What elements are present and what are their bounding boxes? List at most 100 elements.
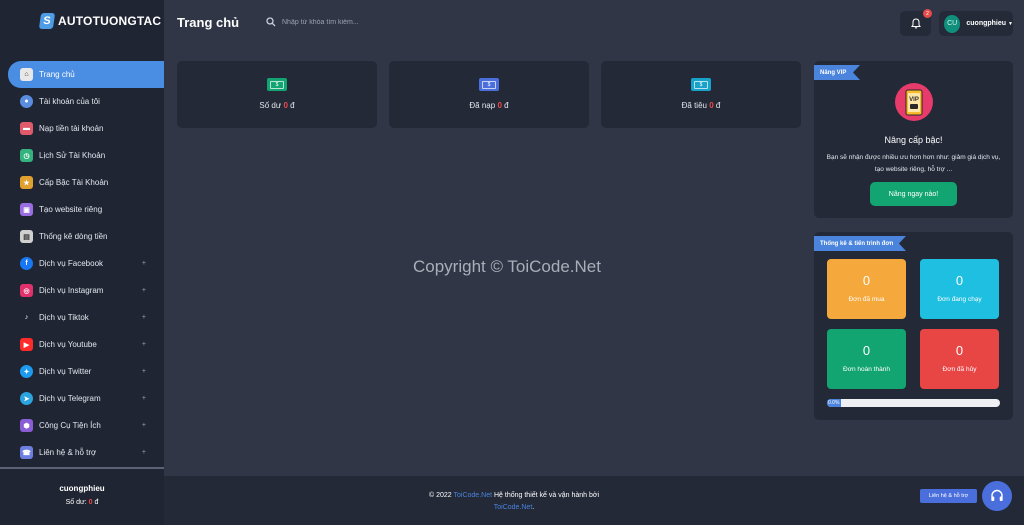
search-icon [266, 17, 276, 27]
order-stat-label: Đơn đã hủy [942, 366, 977, 373]
sidebar-item[interactable]: ▶ Dịch vụ Youtube + [8, 331, 164, 358]
order-stat-tile: 0 Đơn hoàn thành [827, 329, 906, 389]
stat-unit: đ [715, 101, 721, 110]
expand-icon: + [141, 260, 146, 267]
money-icon: $ [691, 78, 711, 91]
sidebar-divider [0, 467, 164, 469]
instagram-icon: ◎ [20, 284, 33, 297]
sidebar-item[interactable]: ▬ Nạp tiền tài khoản [8, 115, 164, 142]
youtube-icon: ▶ [20, 338, 33, 351]
sidebar-item[interactable]: ⬢ Công Cụ Tiện Ích + [8, 412, 164, 439]
footer-brand-link[interactable]: ToiCode.Net [454, 492, 493, 499]
sidebar-balance-value: 0 [88, 499, 93, 506]
support-chat-button[interactable] [982, 481, 1012, 511]
bell-icon [910, 18, 921, 29]
sidebar-item-label: Cấp Bậc Tài Khoản [39, 178, 109, 187]
footer-copyright: © 2022 ToiCode.Net Hệ thống thiết kế và … [164, 490, 864, 514]
sidebar-user-info: cuongphieu Số dư: 0 đ [0, 484, 164, 506]
sidebar-item-label: Lịch Sử Tài Khoản [39, 151, 106, 160]
sidebar-item[interactable]: ◷ Lịch Sử Tài Khoản [8, 142, 164, 169]
tools-icon: ⬢ [20, 419, 33, 432]
sidebar-item[interactable]: ▤ Thống kê dòng tiền [8, 223, 164, 250]
sidebar-item[interactable]: ◎ Dịch vụ Instagram + [8, 277, 164, 304]
footer-brand-link-2[interactable]: ToiCode.Net [494, 504, 533, 511]
bank-icon: ⌂ [20, 68, 33, 81]
sidebar-item-label: Liên hệ & hỗ trợ [39, 448, 97, 457]
footer-middle: Hệ thống thiết kế và vận hành bởi [494, 492, 599, 499]
footer-suffix: . [532, 504, 535, 511]
sidebar-item-label: Dịch vụ Tiktok [39, 313, 89, 322]
order-progress-fill: 0.0% [827, 399, 841, 407]
sidebar-item[interactable]: ✦ Dịch vụ Twitter + [8, 358, 164, 385]
order-stats-ribbon: Thống kê & tiến trình đơn [814, 236, 906, 251]
tiktok-icon: ♪ [20, 311, 33, 324]
vip-description-line: Bạn sẽ nhận được nhiều ưu hơn hơn như: g… [826, 154, 1001, 161]
expand-icon: + [141, 314, 146, 321]
vip-panel: Nâng VIP VIP Nâng cấp bậc! Bạn sẽ nhận đ… [814, 61, 1013, 218]
stat-name: Số dư [259, 101, 282, 110]
sidebar-item-label: Tạo website riêng [39, 205, 103, 214]
sidebar-user-name: cuongphieu [59, 484, 105, 493]
expand-icon: + [141, 368, 146, 375]
order-stat-label: Đơn đang chạy [937, 296, 982, 303]
page-title: Trang chủ [177, 15, 240, 30]
stat-label: Đã tiêu 0 đ [601, 101, 801, 110]
money-icon: $ [479, 78, 499, 91]
telegram-icon: ➤ [20, 392, 33, 405]
watermark: Copyright © ToiCode.Net [413, 257, 601, 276]
order-stat-tile: 0 Đơn đang chạy [920, 259, 999, 319]
search-input[interactable] [282, 14, 482, 30]
twitter-icon: ✦ [20, 365, 33, 378]
order-stat-value: 0 [955, 273, 964, 288]
credit-card-icon: ▬ [20, 122, 33, 135]
order-stat-value: 0 [862, 273, 871, 288]
logo-icon: S [38, 13, 56, 29]
sidebar-item-label: Dịch vụ Twitter [39, 367, 92, 376]
sidebar-item-label: Thống kê dòng tiền [39, 232, 108, 241]
brand-logo[interactable]: S AUTOTUONGTAC [38, 13, 161, 29]
vip-title: Nâng cấp bậc! [884, 135, 943, 145]
order-stat-tile: 0 Đơn đã hủy [920, 329, 999, 389]
rank-icon: ★ [20, 176, 33, 189]
facebook-icon: f [20, 257, 33, 270]
sidebar-item[interactable]: ☎ Liên hệ & hỗ trợ + [8, 439, 164, 466]
stat-unit: đ [504, 101, 509, 110]
expand-icon: + [141, 395, 146, 402]
upgrade-now-button[interactable]: Nâng ngay nào! [870, 182, 957, 206]
sidebar-item[interactable]: f Dịch vụ Facebook + [8, 250, 164, 277]
expand-icon: + [141, 422, 146, 429]
sidebar-balance: Số dư: 0 đ [0, 499, 164, 506]
sidebar-item-label: Nạp tiền tài khoản [39, 124, 104, 133]
vip-ribbon: Nâng VIP [814, 65, 860, 80]
notification-badge: 2 [923, 9, 932, 18]
sidebar-item[interactable]: ⌂ Trang chủ [8, 61, 164, 88]
expand-icon: + [141, 341, 146, 348]
stat-value: 0 [283, 101, 288, 110]
stat-label: Số dư 0 đ [177, 101, 377, 110]
stat-card: $ Đã nạp 0 đ [389, 61, 589, 128]
history-icon: ◷ [20, 149, 33, 162]
stat-card: $ Số dư 0 đ [177, 61, 377, 128]
sidebar-item-label: Dịch vụ Telegram [39, 394, 101, 403]
avatar: CU [944, 14, 961, 33]
sidebar-item[interactable]: ▣ Tạo website riêng [8, 196, 164, 223]
sidebar-item[interactable]: ★ Cấp Bậc Tài Khoản [8, 169, 164, 196]
sidebar-item[interactable]: ➤ Dịch vụ Telegram + [8, 385, 164, 412]
sidebar-item-label: Công Cụ Tiện Ích [39, 421, 101, 430]
order-stat-value: 0 [955, 343, 964, 358]
sidebar-item[interactable]: ♪ Dịch vụ Tiktok + [8, 304, 164, 331]
footer-prefix: © 2022 [429, 492, 452, 499]
vip-description-line: tạo website riêng, hỗ trợ ... [874, 166, 953, 173]
sidebar-nav: ⌂ Trang chủ ● Tài khoản của tôi ▬ Nạp tiền tà… [8, 61, 164, 466]
user-icon: ● [20, 95, 33, 108]
sidebar-item[interactable]: ● Tài khoản của tôi [8, 88, 164, 115]
sidebar-balance-label: Số dư: [65, 499, 87, 506]
stat-name: Đã nạp [469, 101, 496, 110]
chevron-down-icon: ▼ [1008, 20, 1013, 27]
sidebar-item-label: Tài khoản của tôi [39, 97, 100, 106]
contact-support-button[interactable]: Liên hệ & hỗ trợ [920, 489, 977, 503]
sidebar: S AUTOTUONGTAC ⌂ Trang chủ ● Tài khoản của … [0, 0, 164, 525]
user-menu-button[interactable]: CU cuongphieu ▼ [939, 11, 1013, 36]
stat-name: Đã tiêu [681, 101, 707, 110]
order-stat-label: Đơn hoàn thành [843, 366, 890, 373]
